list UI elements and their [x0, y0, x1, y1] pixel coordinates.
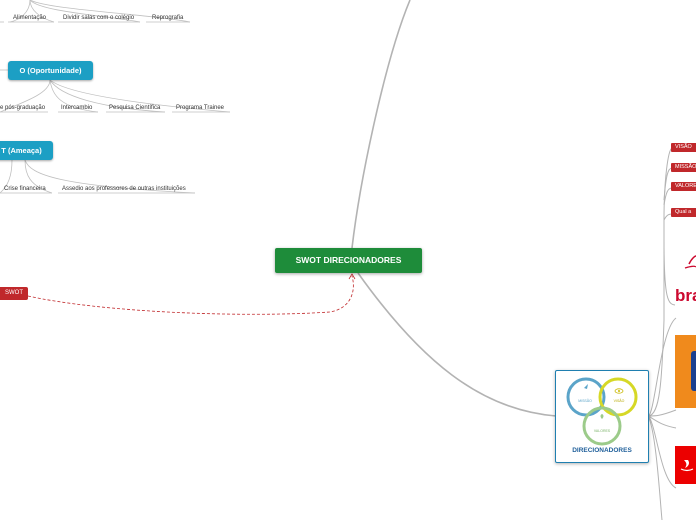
orange-logo-mark-icon	[691, 351, 696, 391]
swot-tag[interactable]: SWOT	[0, 287, 28, 300]
santander-logo[interactable]	[675, 446, 696, 484]
topic-opportunity[interactable]: O (Oportunidade)	[8, 61, 93, 80]
topic-threat[interactable]: T (Ameaça)	[0, 141, 53, 160]
circle-label-visao: VISÃO	[613, 399, 625, 403]
central-topic[interactable]: SWOT DIRECIONADORES	[275, 248, 422, 273]
bradesco-logo[interactable]: bra	[675, 244, 696, 306]
tag-qual[interactable]: Qual a	[671, 208, 696, 217]
orange-logo[interactable]	[675, 335, 696, 408]
leaf-crise-financeira[interactable]: Crise financeira	[4, 185, 46, 193]
leaf-assedio-professores[interactable]: Assedio aos professores de outras instit…	[62, 185, 186, 193]
circle-label-missao: MISSÃO	[578, 399, 592, 403]
tag-valores[interactable]: VALORE	[671, 182, 696, 191]
leaf-pesquisa-cientifica[interactable]: Pesquisa Científica	[109, 104, 160, 112]
venn-diagram-icon	[566, 377, 638, 446]
santander-flame-icon	[680, 460, 694, 472]
leaf-pos-graduacao[interactable]: e pós-graduação	[0, 104, 45, 112]
tag-visao[interactable]: VISÃO	[671, 143, 696, 152]
direcionadores-title: DIRECIONADORES	[572, 447, 632, 454]
circle-label-valores: VALORES	[593, 429, 611, 433]
bradesco-text: bra	[675, 286, 696, 305]
mindmap-canvas[interactable]: Alimentação Dividir salas com o colégio …	[0, 0, 696, 520]
leaf-alimentacao[interactable]: Alimentação	[13, 14, 46, 22]
leaf-intercambio[interactable]: Intercambio	[61, 104, 92, 112]
leaf-programa-trainee[interactable]: Programa Trainee	[176, 104, 224, 112]
leaf-dividir-salas[interactable]: Dividir salas com o colégio	[63, 14, 134, 22]
leaf-reprografia[interactable]: Reprografia	[152, 14, 183, 22]
direcionadores-card[interactable]: MISSÃO VISÃO VALORES DIRECIONADORES	[555, 370, 649, 463]
tag-missao[interactable]: MISSÃO	[671, 163, 696, 172]
